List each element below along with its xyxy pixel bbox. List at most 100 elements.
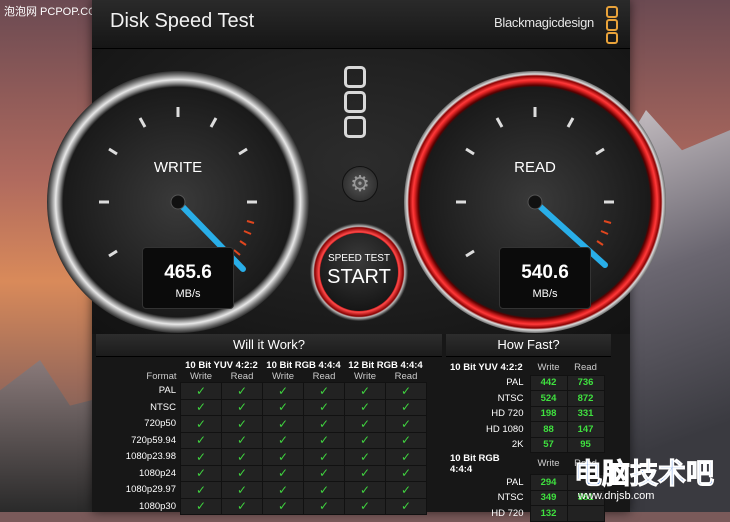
check-icon: ✓: [180, 448, 222, 466]
sub-header: Write: [272, 371, 294, 382]
read-readout: 540.6 MB/s: [499, 247, 591, 309]
write-fps-value: 88: [529, 421, 568, 438]
check-icon: ✓: [344, 415, 386, 433]
section-name: 10 Bit YUV 4:2:2: [450, 362, 523, 373]
check-icon: ✓: [180, 431, 222, 449]
format-header: Format: [146, 371, 177, 383]
check-icon: ✓: [385, 497, 427, 515]
check-icon: ✓: [262, 448, 304, 466]
check-icon: ✓: [303, 481, 345, 499]
check-icon: ✓: [180, 382, 222, 400]
check-icon: ✓: [262, 481, 304, 499]
section-header-row: 10 Bit YUV 4:2:2 Write Read: [446, 360, 604, 375]
read-fps-value: 736: [566, 374, 605, 391]
format-cell: HD 720: [491, 507, 524, 519]
check-icon: ✓: [344, 481, 386, 499]
table-row: HD 1080 88 147: [446, 421, 605, 438]
site-watermark: 电脑技术吧: [573, 458, 715, 490]
check-icon: ✓: [221, 481, 263, 499]
blackmagic-logo-icon: [606, 6, 618, 45]
settings-gear-button[interactable]: ⚙: [342, 166, 378, 202]
write-label: WRITE: [153, 159, 203, 176]
format-cell: PAL: [506, 476, 524, 488]
write-fps-value: 442: [529, 374, 568, 391]
format-cell: HD 1080: [486, 423, 524, 435]
titlebar: Disk Speed Test Blackmagicdesign: [92, 0, 630, 49]
how-fast-header: How Fast?: [446, 334, 611, 357]
check-icon: ✓: [385, 464, 427, 482]
read-speed-value: 540.6: [521, 262, 569, 283]
check-icon: ✓: [221, 464, 263, 482]
window-title: Disk Speed Test: [110, 10, 255, 32]
check-icon: ✓: [180, 481, 222, 499]
write-fps-value: 198: [529, 405, 568, 422]
check-icon: ✓: [221, 382, 263, 400]
group-header: 10 Bit YUV 4:2:2: [185, 360, 258, 371]
format-cell: NTSC: [150, 401, 176, 413]
format-cell: 1080p24: [139, 467, 176, 479]
table-row: 1080p29.97 ✓ ✓ ✓ ✓ ✓ ✓: [96, 481, 427, 499]
will-it-work-header: Will it Work?: [96, 334, 442, 357]
check-icon: ✓: [385, 448, 427, 466]
check-icon: ✓: [303, 464, 345, 482]
check-icon: ✓: [262, 415, 304, 433]
results-area: Will it Work? How Fast? 10 Bit YUV 4:2:2…: [92, 334, 630, 522]
check-icon: ✓: [262, 431, 304, 449]
sub-header: Read: [394, 371, 418, 382]
start-label: START: [327, 266, 391, 288]
table-row: 720p59.94 ✓ ✓ ✓ ✓ ✓ ✓: [96, 431, 427, 449]
sub-header: Read: [574, 361, 597, 373]
sub-header: Write: [354, 371, 376, 382]
check-icon: ✓: [344, 497, 386, 515]
format-cell: 2K: [511, 439, 524, 451]
check-icon: ✓: [180, 398, 222, 416]
format-cell: PAL: [158, 385, 176, 397]
format-cell: 720p50: [144, 418, 176, 430]
check-icon: ✓: [344, 382, 386, 400]
sub-header: Write: [537, 458, 560, 469]
read-gauge: READ 540.6 MB/s: [404, 71, 666, 333]
read-fps-value: 331: [566, 405, 605, 422]
section-name: 10 Bit RGB 4:4:4: [450, 452, 500, 475]
group-header: 12 Bit RGB 4:4:4: [348, 360, 423, 371]
sub-header: Write: [537, 361, 560, 373]
watermark-text: 泡泡网 PCPOP.COM: [4, 6, 106, 18]
start-subtitle: SPEED TEST: [327, 253, 391, 264]
write-readout: 465.6 MB/s: [142, 247, 234, 309]
check-icon: ✓: [221, 448, 263, 466]
check-icon: ✓: [385, 415, 427, 433]
table-row: NTSC ✓ ✓ ✓ ✓ ✓ ✓: [96, 398, 427, 416]
check-icon: ✓: [385, 431, 427, 449]
sub-header: Read: [312, 371, 336, 382]
site-watermark-url: www.dnjsb.com: [578, 490, 655, 502]
table-row: HD 720 132: [446, 505, 605, 522]
format-cell: NTSC: [497, 392, 524, 404]
check-icon: ✓: [262, 497, 304, 515]
panel-selector-icon[interactable]: [344, 66, 366, 141]
sub-header: Write: [190, 371, 212, 382]
write-gauge: WRITE 465.6 MB/s: [47, 71, 309, 333]
check-icon: ✓: [180, 415, 222, 433]
group-header: 10 Bit RGB 4:4:4: [266, 360, 341, 371]
read-fps-value: 872: [566, 390, 605, 407]
table-row: 720p50 ✓ ✓ ✓ ✓ ✓ ✓: [96, 415, 427, 433]
check-icon: ✓: [344, 431, 386, 449]
check-icon: ✓: [221, 431, 263, 449]
format-cell: 1080p23.98: [125, 451, 176, 463]
check-icon: ✓: [303, 415, 345, 433]
check-icon: ✓: [303, 448, 345, 466]
start-button[interactable]: SPEED TEST START: [320, 233, 398, 311]
check-icon: ✓: [221, 497, 263, 515]
check-icon: ✓: [344, 398, 386, 416]
write-fps-value: 132: [529, 505, 568, 522]
table-row: PAL 442 736: [446, 374, 605, 391]
table-row: PAL ✓ ✓ ✓ ✓ ✓ ✓: [96, 382, 427, 400]
write-fps-value: 524: [529, 390, 568, 407]
check-icon: ✓: [303, 497, 345, 515]
write-fps-value: 349: [529, 489, 568, 506]
format-cell: 1080p30: [139, 500, 176, 512]
write-fps-value: 294: [529, 474, 568, 491]
format-cell: PAL: [506, 377, 524, 389]
read-fps-value: [566, 505, 605, 522]
table-row: 1080p30 ✓ ✓ ✓ ✓ ✓ ✓: [96, 497, 427, 515]
